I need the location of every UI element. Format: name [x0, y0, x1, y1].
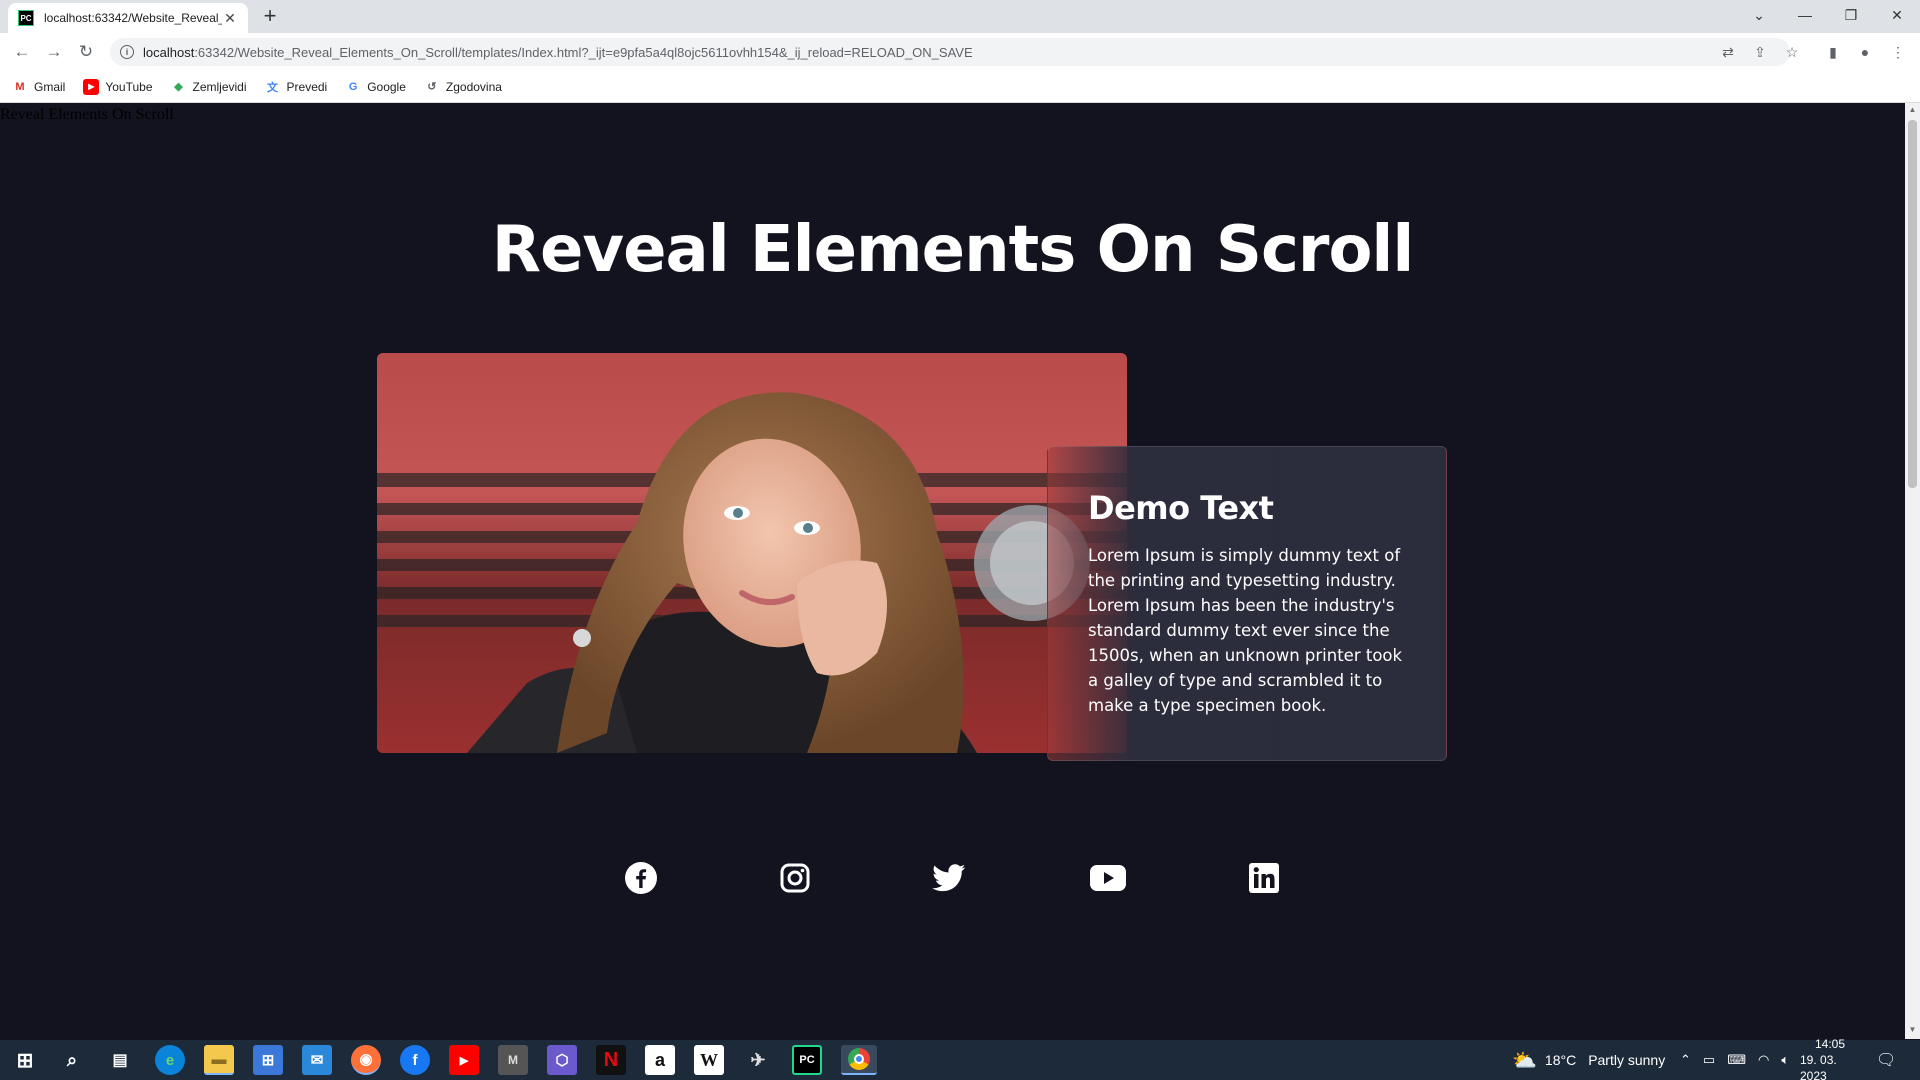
- wikipedia-icon[interactable]: W: [694, 1045, 724, 1075]
- card-title: Demo Text: [1088, 489, 1274, 527]
- store-icon[interactable]: ⊞: [253, 1045, 283, 1075]
- page-viewport: Reveal Elements On Scroll Reveal Element…: [0, 103, 1905, 1039]
- social-links: [0, 858, 1905, 898]
- tray-device-icon[interactable]: ▭: [1703, 1052, 1715, 1068]
- scroll-up-icon[interactable]: ▲: [1908, 105, 1917, 115]
- url-path: :63342/Website_Reveal_Elements_On_Scroll…: [194, 44, 973, 60]
- vertical-scrollbar[interactable]: ▲ ▼: [1905, 103, 1920, 1039]
- weather-description: Partly sunny: [1588, 1052, 1666, 1068]
- clock-date: 19. 03. 2023: [1800, 1053, 1837, 1080]
- chrome-icon[interactable]: [841, 1045, 877, 1075]
- woman-portrait-photo: [377, 353, 1127, 753]
- game-app-icon[interactable]: ✈: [743, 1045, 773, 1075]
- browser-toolbar: ← → ↻ i localhost:63342/Website_Reveal_E…: [0, 33, 1920, 71]
- google-icon: G: [348, 80, 358, 93]
- bookmark-google[interactable]: G Google: [345, 79, 406, 95]
- bookmark-label: YouTube: [105, 79, 153, 94]
- scroll-down-icon[interactable]: ▼: [1908, 1025, 1917, 1035]
- side-panel-icon[interactable]: ▮: [1823, 42, 1843, 62]
- youtube-app-icon[interactable]: ▶: [449, 1045, 479, 1075]
- card-body-text: Lorem Ipsum is simply dummy text of the …: [1088, 546, 1403, 715]
- youtube-icon[interactable]: [1088, 858, 1128, 898]
- document-title-text: Reveal Elements On Scroll: [0, 106, 174, 123]
- search-icon[interactable]: ⌕: [57, 1045, 87, 1075]
- minimize-icon[interactable]: —: [1782, 0, 1828, 30]
- bookmark-youtube[interactable]: ▶ YouTube: [83, 78, 153, 95]
- facebook-icon[interactable]: [621, 858, 661, 898]
- hexagon-app-icon[interactable]: ⬡: [547, 1045, 577, 1075]
- url-host: localhost: [143, 44, 195, 60]
- bookmark-prevedi[interactable]: 文 Prevedi: [265, 79, 328, 95]
- windows-taskbar: ⊞ ⌕ ▤ e ▬ ⊞ ✉ ◉ f ▶ M ⬡ N a W ✈ PC ⛅ 18°…: [0, 1037, 1920, 1080]
- volume-icon[interactable]: 🔈︎: [1781, 1052, 1789, 1068]
- windows-start-icon[interactable]: ⊞: [10, 1045, 40, 1075]
- edge-icon[interactable]: e: [155, 1045, 185, 1075]
- tray-overflow-icon[interactable]: ⌃: [1680, 1052, 1691, 1068]
- weather-temperature: 18°C: [1544, 1052, 1577, 1068]
- app-m-icon[interactable]: M: [498, 1045, 528, 1075]
- firefox-icon[interactable]: ◉: [351, 1045, 381, 1075]
- browser-tab-bar: PC localhost:63342/Website_Reveal_ ✕ + ⌄…: [0, 0, 1920, 33]
- weather-widget[interactable]: ⛅ 18°C Partly sunny: [1512, 1040, 1665, 1080]
- bookmark-label: Gmail: [34, 79, 66, 94]
- profile-icon[interactable]: ●: [1855, 42, 1875, 62]
- page-title: Reveal Elements On Scroll: [491, 213, 1415, 287]
- bookmark-zgodovina[interactable]: ↺ Zgodovina: [424, 79, 502, 95]
- netflix-icon[interactable]: N: [596, 1045, 626, 1075]
- wifi-icon[interactable]: ◠: [1758, 1052, 1769, 1068]
- bookmark-star-icon[interactable]: ☆: [1782, 42, 1802, 62]
- pycharm-icon[interactable]: PC: [792, 1045, 822, 1075]
- bookmark-label: Zemljevidi: [192, 79, 247, 94]
- facebook-app-icon[interactable]: f: [400, 1045, 430, 1075]
- file-explorer-icon[interactable]: ▬: [204, 1045, 234, 1075]
- weather-partly-sunny-icon: ⛅: [1512, 1049, 1537, 1072]
- back-icon[interactable]: ←: [10, 40, 34, 64]
- amazon-icon[interactable]: a: [645, 1045, 675, 1075]
- menu-dots-icon[interactable]: ⋮: [1888, 42, 1908, 62]
- history-icon: ↺: [427, 81, 437, 93]
- bookmark-label: Google: [367, 79, 406, 94]
- clock[interactable]: 14:05 19. 03. 2023: [1800, 1037, 1860, 1080]
- gmail-icon: M: [15, 80, 25, 93]
- youtube-icon: ▶: [83, 78, 100, 95]
- linkedin-icon[interactable]: [1244, 858, 1284, 898]
- tab-title: localhost:63342/Website_Reveal_: [44, 11, 222, 25]
- scrollbar-thumb[interactable]: [1908, 120, 1917, 488]
- address-bar[interactable]: i localhost:63342/Website_Reveal_Element…: [110, 38, 1790, 66]
- keyboard-layout-icon[interactable]: ⌨: [1727, 1052, 1746, 1068]
- forward-icon[interactable]: →: [42, 40, 66, 64]
- restore-icon[interactable]: ❐: [1828, 0, 1874, 30]
- demo-text-card: Demo Text Lorem Ipsum is simply dummy te…: [1047, 446, 1447, 761]
- bookmark-label: Zgodovina: [445, 79, 502, 94]
- bookmark-label: Prevedi: [286, 79, 328, 94]
- bookmark-gmail[interactable]: M Gmail: [12, 79, 65, 95]
- system-tray: ⌃ ▭ ⌨ ◠ 🔈︎: [1680, 1040, 1789, 1080]
- close-window-icon[interactable]: ✕: [1874, 0, 1920, 30]
- browser-tab[interactable]: PC localhost:63342/Website_Reveal_ ✕: [8, 3, 248, 33]
- notifications-icon[interactable]: 🗨︎: [1876, 1040, 1896, 1080]
- instagram-icon[interactable]: [775, 858, 815, 898]
- share-icon[interactable]: ⇪: [1750, 42, 1770, 62]
- tab-search-icon[interactable]: ⌄: [1736, 0, 1782, 30]
- task-view-icon[interactable]: ▤: [105, 1045, 135, 1075]
- new-tab-button[interactable]: +: [258, 5, 282, 29]
- bookmarks-bar: M Gmail ▶ YouTube ◆ Zemljevidi 文 Prevedi…: [0, 71, 1920, 103]
- tab-close-icon[interactable]: ✕: [222, 10, 238, 27]
- pycharm-favicon-icon: PC: [18, 10, 34, 26]
- mail-icon[interactable]: ✉: [302, 1045, 332, 1075]
- maps-icon: ◆: [174, 81, 183, 93]
- translate-page-icon[interactable]: ⇄: [1718, 42, 1738, 62]
- translate-icon: 文: [267, 81, 279, 94]
- reload-icon[interactable]: ↻: [74, 40, 98, 64]
- twitter-icon[interactable]: [929, 858, 969, 898]
- clock-time: 14:05: [1814, 1037, 1846, 1051]
- bookmark-zemljevidi[interactable]: ◆ Zemljevidi: [171, 79, 247, 95]
- portrait-image: [377, 353, 1127, 753]
- site-info-icon[interactable]: i: [120, 45, 134, 59]
